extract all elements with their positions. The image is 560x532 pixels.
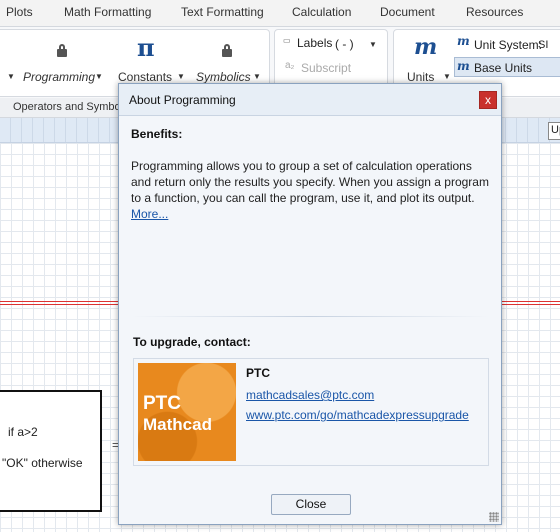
close-icon[interactable]: x (479, 91, 497, 109)
benefits-text: Programming allows you to group a set of… (131, 159, 489, 205)
units-button[interactable]: Units (407, 70, 434, 84)
more-link[interactable]: More... (131, 207, 168, 221)
upgrade-heading: To upgrade, contact: (133, 335, 251, 349)
labels-value[interactable]: ( - ) (335, 37, 354, 51)
unit-system-label: Unit System: (474, 38, 543, 52)
chevron-down-icon[interactable]: ▼ (95, 72, 103, 81)
chevron-down-icon[interactable]: ▼ (177, 72, 185, 81)
chevron-down-icon[interactable]: ▼ (253, 72, 261, 81)
constants-button[interactable]: Constants (118, 70, 172, 84)
upgrade-url-link[interactable]: www.ptc.com/go/mathcadexpressupgrade (246, 408, 469, 422)
labels-label[interactable]: Labels (297, 36, 332, 50)
dialog-title: About Programming (129, 93, 236, 107)
programming-button[interactable]: Programming (23, 70, 95, 84)
lock-icon (222, 44, 232, 57)
pi-icon: π (137, 33, 155, 62)
symbolics-button[interactable]: Symbolics (196, 70, 251, 84)
program-region[interactable]: if a>2 "OK" otherwise (0, 390, 102, 512)
divider (131, 316, 489, 317)
base-units-icon: m (457, 59, 470, 73)
chevron-down-icon[interactable]: ▼ (443, 72, 451, 81)
benefits-heading: Benefits: (131, 127, 183, 141)
chevron-down-icon[interactable]: ▼ (369, 40, 377, 49)
tab-document[interactable]: Document (380, 5, 435, 19)
dialog-title-bar[interactable]: About Programming x (119, 84, 501, 116)
subscript-icon: a₂ (285, 60, 295, 71)
program-line-if: if a>2 (8, 425, 38, 439)
close-button[interactable]: Close (271, 494, 351, 515)
base-units-button[interactable]: m Base Units (454, 57, 560, 77)
ptc-mathcad-logo: PTC Mathcad (138, 363, 236, 461)
email-link[interactable]: mathcadsales@ptc.com (246, 388, 374, 402)
company-name: PTC (246, 366, 270, 380)
operators-symbols-group-label: Operators and Symbols (13, 101, 129, 113)
about-programming-dialog: About Programming x Benefits: Programmin… (118, 83, 502, 525)
up-button[interactable]: Up (548, 122, 560, 140)
base-units-label: Base Units (474, 61, 533, 75)
tab-plots[interactable]: Plots (6, 5, 33, 19)
unit-system-value[interactable]: SI (538, 39, 548, 51)
benefits-body: Programming allows you to group a set of… (131, 158, 493, 222)
unit-system-icon: m (457, 34, 470, 48)
tab-math-formatting[interactable]: Math Formatting (64, 5, 151, 19)
ribbon-tab-bar: Plots Math Formatting Text Formatting Ca… (0, 0, 560, 26)
labels-icon: ▭ (283, 36, 291, 45)
contact-box: PTC Mathcad PTC mathcadsales@ptc.com www… (133, 358, 489, 466)
program-line-otherwise: "OK" otherwise (2, 456, 83, 470)
chevron-down-icon[interactable]: ▼ (7, 72, 15, 81)
subscript-button[interactable]: Subscript (301, 61, 351, 75)
tab-resources[interactable]: Resources (466, 5, 523, 19)
lock-icon (57, 44, 67, 57)
resize-grip-icon[interactable] (489, 512, 499, 522)
units-icon: m (414, 34, 438, 60)
tab-calculation[interactable]: Calculation (292, 5, 351, 19)
tab-text-formatting[interactable]: Text Formatting (181, 5, 264, 19)
